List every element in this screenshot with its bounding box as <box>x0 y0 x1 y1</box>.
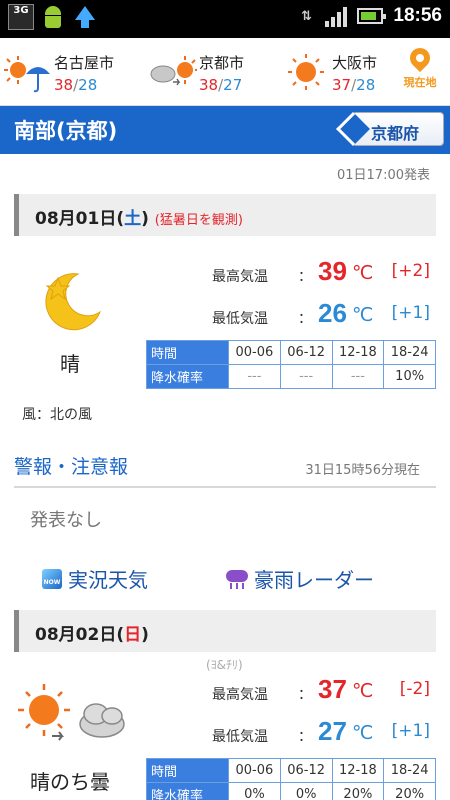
day1-high-diff: [+2] <box>391 261 430 281</box>
network-3g-icon: 3G <box>8 4 34 30</box>
sun-umbrella-icon <box>4 56 50 93</box>
prefecture-back-button[interactable]: 京都府 <box>336 112 444 146</box>
day1-low-row: 最低気温 ： 26 ℃ [+1] <box>212 298 430 328</box>
moon-star-icon <box>45 273 102 331</box>
location-pin-icon <box>405 43 435 73</box>
issued-time: 01日17:00発表 <box>336 168 430 183</box>
clock: 18:56 <box>393 5 442 26</box>
now-icon: NOW <box>42 568 62 589</box>
radar-link[interactable]: 豪雨レーダー <box>226 564 374 593</box>
chevron-left-icon <box>336 112 370 146</box>
cloud-to-sun-icon <box>150 56 197 86</box>
city-name: 名古屋市 <box>54 54 115 72</box>
heat-note: (猛暑日を観測) <box>154 213 243 228</box>
city-strip: 名古屋市 38/28 京都市 38/27 大阪市 37/28 現在地 <box>0 38 450 106</box>
current-location-label: 現在地 <box>403 76 437 89</box>
current-location-button[interactable]: 現在地 <box>398 43 442 90</box>
warnings-title: 警報・注意報 <box>14 456 129 478</box>
region-header: 南部(京都) 京都府 <box>0 106 450 154</box>
overlap-text: (ﾖ&ﾁﾘ) <box>206 658 243 672</box>
day1-date: 08月01日(土) (猛暑日を観測) <box>35 209 243 229</box>
day1-wind: 風：北の風 <box>22 407 92 423</box>
prefecture-button-label: 京都府 <box>371 124 420 143</box>
day1-low-diff: [+1] <box>391 303 430 323</box>
signal-icon <box>325 5 348 27</box>
sun-icon <box>288 54 324 90</box>
sun-then-cloud-icon <box>18 684 125 741</box>
warnings-time: 31日15時56分現在 <box>305 463 420 478</box>
city-name: 京都市 <box>199 54 245 72</box>
day1-header: 08月01日(土) (猛暑日を観測) <box>14 194 436 236</box>
day2-high-temp: 37 <box>318 674 347 704</box>
status-bar: 3G ⇅ 18:56 <box>0 0 450 38</box>
day1-rain-table: 時間 00-06 06-12 12-18 18-24 降水確率 --- --- --- 10… <box>146 340 436 389</box>
city-item-nagoya[interactable]: 名古屋市 38/28 <box>0 48 140 100</box>
rain-cloud-icon <box>226 568 248 590</box>
day2-low-temp: 27 <box>318 716 347 746</box>
city-temp: 38/27 <box>199 76 243 94</box>
city-name: 大阪市 <box>332 54 378 72</box>
day1-high-temp: 39 <box>318 256 347 286</box>
day2-weather: 晴のち曇 <box>30 770 110 794</box>
battery-icon <box>357 8 387 24</box>
day1-weather: 晴 <box>60 352 80 376</box>
day2-low-diff: [+1] <box>391 721 430 741</box>
city-temp: 38/28 <box>54 76 98 94</box>
divider <box>14 486 436 488</box>
observation-link[interactable]: NOW 実況天気 <box>42 564 148 593</box>
city-item-osaka[interactable]: 大阪市 37/28 <box>278 48 388 100</box>
day1-high-row: 最高気温 ： 39 ℃ [+2] <box>212 256 430 286</box>
warnings-status: 発表なし <box>30 510 102 531</box>
day2-low-row: 最低気温 ： 27 ℃ [+1] <box>212 716 430 746</box>
day2-high-row: 最高気温 ： 37 ℃ [-2] <box>212 674 430 704</box>
day2-high-diff: [-2] <box>399 679 430 699</box>
data-transfer-icon: ⇅ <box>300 8 312 24</box>
upload-icon <box>72 4 98 30</box>
city-item-kyoto[interactable]: 京都市 38/27 <box>145 48 275 100</box>
day1-low-temp: 26 <box>318 298 347 328</box>
day2-date: 08月02日(日) <box>35 625 149 645</box>
day2-rain-table: 時間 00-06 06-12 12-18 18-24 降水確率 0% 0% 20% 20% <box>146 758 436 800</box>
android-icon <box>40 4 66 30</box>
day2-header: 08月02日(日) <box>14 610 436 652</box>
page-title: 南部(京都) <box>14 119 118 143</box>
city-temp: 37/28 <box>332 76 376 94</box>
